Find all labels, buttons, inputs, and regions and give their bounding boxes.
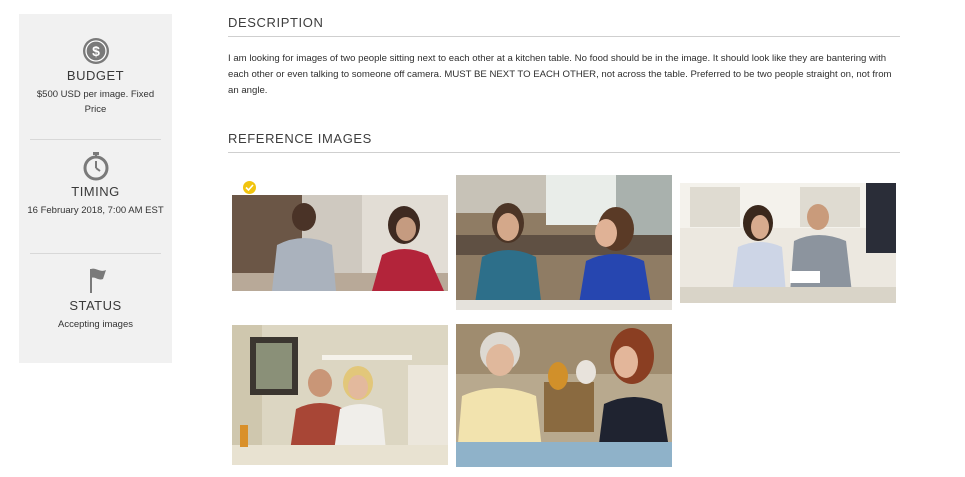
sidebar-divider — [30, 253, 161, 254]
reference-images-heading: REFERENCE IMAGES — [228, 131, 900, 153]
status-title: STATUS — [69, 298, 122, 313]
reference-image[interactable] — [456, 175, 672, 310]
stopwatch-icon — [83, 152, 108, 181]
status-value: Accepting images — [58, 319, 133, 330]
dollar-icon: $ — [82, 38, 109, 64]
reference-image[interactable] — [232, 195, 448, 291]
reference-image[interactable] — [232, 325, 448, 465]
svg-text:$: $ — [92, 43, 100, 59]
job-info-panel: $ BUDGET $500 USD per image. Fixed Price… — [19, 14, 172, 363]
sidebar-divider — [30, 139, 161, 140]
budget-section: $ BUDGET $500 USD per image. Fixed Price — [19, 37, 172, 117]
timing-section: TIMING 16 February 2018, 7:00 AM EST — [19, 151, 172, 218]
flag-icon — [89, 268, 106, 293]
description-text: I am looking for images of two people si… — [228, 53, 892, 96]
description-heading: DESCRIPTION — [228, 15, 900, 37]
timing-value: 16 February 2018, 7:00 AM EST — [27, 205, 164, 216]
status-section: STATUS Accepting images — [19, 265, 172, 332]
reference-image[interactable] — [680, 183, 896, 303]
budget-value: $500 USD per image. Fixed Price — [36, 89, 155, 115]
check-icon — [243, 181, 256, 194]
budget-title: BUDGET — [66, 68, 125, 83]
timing-title: TIMING — [71, 184, 120, 199]
reference-image[interactable] — [456, 324, 672, 467]
